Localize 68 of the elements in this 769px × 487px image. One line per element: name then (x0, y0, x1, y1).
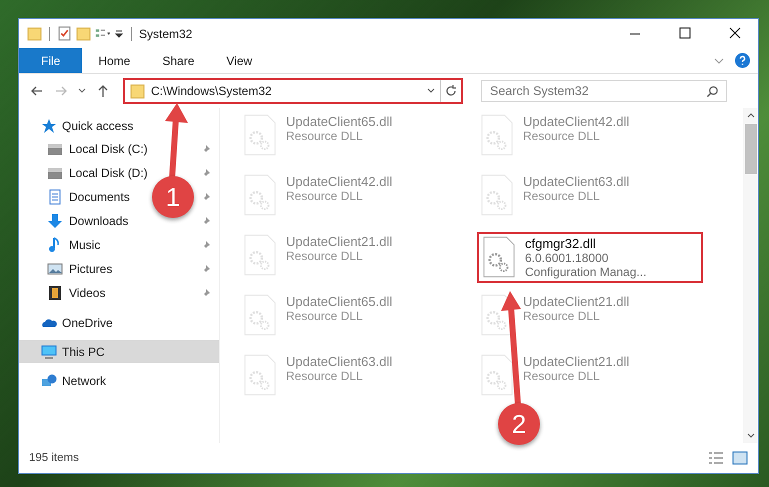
download-arrow-icon (47, 213, 63, 229)
monitor-icon (41, 344, 57, 360)
address-bar[interactable]: C:\Windows\System32 (123, 78, 463, 104)
ribbon-tab[interactable]: View (210, 48, 268, 73)
sidebar-item[interactable]: Downloads (47, 213, 128, 229)
scrollbar[interactable] (743, 108, 758, 443)
file-text: UpdateClient21.dll (523, 294, 630, 309)
sidebar-item[interactable]: Network (19, 369, 219, 392)
search-icon (706, 85, 719, 98)
folder-icon (130, 84, 145, 98)
gear-file-icon (244, 234, 276, 276)
file-text: Resource DLL (286, 129, 364, 143)
customize-caret-icon[interactable] (114, 28, 124, 38)
file-text: Resource DLL (523, 309, 601, 323)
scrollbar-thumb[interactable] (744, 124, 756, 174)
sidebar-item[interactable]: Quick access (19, 114, 219, 137)
help-icon[interactable] (735, 53, 750, 68)
ribbon-tab[interactable]: Share (146, 48, 210, 73)
gear-file-icon (244, 174, 276, 216)
gear-file-icon (483, 236, 515, 278)
gear-file-icon (481, 174, 513, 216)
gear-file-icon (244, 294, 276, 336)
file-text: Resource DLL (286, 309, 364, 323)
sidebar-item[interactable]: OneDrive (19, 311, 219, 334)
refresh-icon[interactable] (444, 84, 458, 98)
file-text: UpdateClient63.dll (286, 354, 392, 369)
drive-icon (47, 165, 63, 181)
star-icon (41, 118, 57, 134)
sidebar-item[interactable]: Pictures (47, 261, 112, 277)
ribbon-tab[interactable]: File (19, 48, 82, 73)
sidebar-item[interactable]: Music (47, 237, 100, 253)
gear-file-icon (244, 354, 276, 396)
gear-file-icon (481, 354, 513, 396)
file-text: Resource DLL (523, 369, 601, 383)
file-text: UpdateClient65.dll (286, 114, 392, 129)
file-text: Configuration Manag... (525, 265, 646, 279)
sidebar-item[interactable]: Videos (47, 285, 106, 301)
ribbon-tab[interactable]: Home (82, 48, 146, 73)
file-text: Resource DLL (523, 189, 601, 203)
sidebar-item[interactable]: This PC (19, 340, 219, 363)
item-count: 195 items (29, 452, 79, 464)
search-field[interactable]: Search System32 (481, 80, 727, 102)
file-text: UpdateClient42.dll (286, 174, 392, 189)
sidebar-item[interactable]: Local Disk (C:) (47, 141, 148, 157)
file-text: UpdateClient21.dll (523, 354, 630, 369)
window-title: System32 (139, 26, 192, 40)
file-text: UpdateClient63.dll (523, 174, 630, 189)
picture-icon (47, 261, 63, 277)
file-text: Resource DLL (286, 369, 364, 383)
file-item[interactable]: cfgmgr32.dll 6.0.6001.18000 Configuration Manag... (477, 232, 703, 283)
film-icon (47, 285, 63, 301)
drive-icon (47, 141, 63, 157)
file-text: Resource DLL (523, 129, 601, 143)
sidebar-item[interactable]: Local Disk (D:) (47, 165, 148, 181)
details-view-icon[interactable] (708, 450, 724, 466)
file-text: UpdateClient42.dll (523, 114, 630, 129)
file-text: cfgmgr32.dll (525, 236, 597, 251)
file-text: Resource DLL (286, 249, 364, 263)
document-icon (47, 189, 63, 205)
sidebar-item[interactable]: Documents (47, 189, 130, 205)
large-icons-view-icon[interactable] (732, 450, 748, 466)
network-globe-icon (41, 372, 57, 388)
file-text: 6.0.6001.18000 (525, 251, 610, 265)
file-text: UpdateClient65.dll (286, 294, 392, 309)
file-text: Resource DLL (286, 189, 364, 203)
gear-file-icon (481, 114, 513, 156)
gear-file-icon (244, 114, 276, 156)
file-text: UpdateClient21.dll (286, 234, 392, 249)
